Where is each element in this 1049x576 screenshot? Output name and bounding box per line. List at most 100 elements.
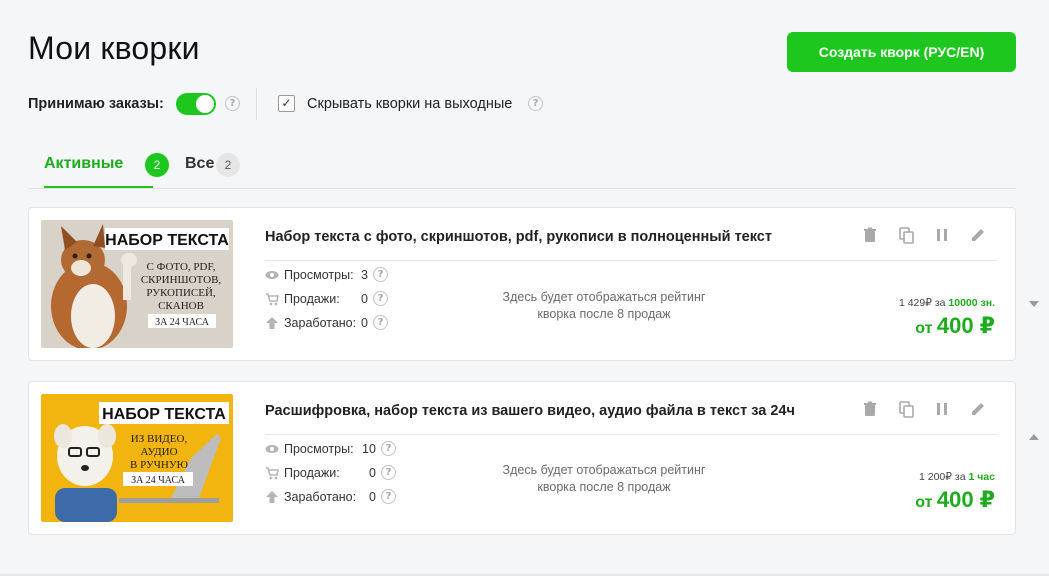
help-icon[interactable]: ? — [373, 267, 388, 282]
help-icon[interactable]: ? — [225, 96, 240, 111]
thumbnail-image: НАБОР ТЕКСТА С ФОТО, PDF, СКРИНШОТОВ, РУ… — [41, 220, 233, 348]
hide-weekends-label[interactable]: Скрывать кворки на выходные — [307, 96, 512, 112]
stat-label: Продажи: — [284, 292, 340, 306]
hide-weekends-checkbox[interactable]: ✓ — [278, 95, 295, 112]
stat-label: Заработано: — [284, 316, 357, 330]
stat-sales: Продажи: 0 ? — [265, 290, 405, 308]
accept-orders-toggle[interactable] — [176, 93, 216, 115]
help-icon[interactable]: ? — [373, 315, 388, 330]
create-kwork-button[interactable]: Создать кворк (РУС/EN) — [787, 32, 1016, 72]
divider — [265, 434, 997, 435]
divider — [265, 260, 997, 261]
thumb-line: СКАНОВ — [158, 300, 204, 312]
stat-views: Просмотры: 3 ? — [265, 266, 405, 284]
stat-value: 0 — [361, 292, 368, 306]
help-icon[interactable]: ? — [373, 291, 388, 306]
kwork-title[interactable]: Набор текста с фото, скриншотов, pdf, ру… — [265, 229, 772, 245]
pause-icon[interactable] — [933, 226, 951, 244]
price: от 400 ₽ — [915, 487, 995, 513]
page: Мои кворки Создать кворк (РУС/EN) Приним… — [0, 0, 1049, 576]
tab-count-badge: 2 — [216, 153, 240, 177]
copy-icon[interactable] — [897, 226, 915, 244]
price-per-unit: 1 200₽ за 1 час — [919, 471, 995, 483]
toggle-knob — [196, 95, 214, 113]
controls-bar: Принимаю заказы: ? ✓ Скрывать кворки на … — [28, 88, 568, 120]
help-icon[interactable]: ? — [381, 489, 396, 504]
kwork-card: НАБОР ТЕКСТА ИЗ ВИДЕО, АУДИО В РУЧНУЮ ЗА… — [28, 381, 1016, 535]
tab-label: Все — [185, 155, 215, 172]
stat-label: Просмотры: — [284, 268, 354, 282]
kwork-actions — [861, 400, 991, 420]
price-from: от — [915, 320, 937, 337]
tab-label: Активные — [44, 155, 124, 172]
trash-icon[interactable] — [861, 226, 879, 244]
stat-label: Продажи: — [284, 466, 340, 480]
trash-icon[interactable] — [861, 400, 879, 418]
rating-text: кворка после 8 продаж — [537, 480, 671, 494]
stat-value: 0 — [361, 316, 368, 330]
divider — [256, 88, 257, 120]
thumb-heading: НАБОР ТЕКСТА — [105, 232, 229, 249]
stat-views: Просмотры: 10 ? — [265, 440, 405, 458]
kwork-card: НАБОР ТЕКСТА С ФОТО, PDF, СКРИНШОТОВ, РУ… — [28, 207, 1016, 361]
help-icon[interactable]: ? — [381, 465, 396, 480]
copy-icon[interactable] — [897, 400, 915, 418]
kwork-actions — [861, 226, 991, 246]
tab-underline — [44, 186, 153, 188]
stat-label: Просмотры: — [284, 442, 354, 456]
price-unit: 1 час — [968, 471, 995, 483]
stat-label: Заработано: — [284, 490, 357, 504]
stat-value: 0 — [369, 490, 376, 504]
price: от 400 ₽ — [915, 313, 995, 339]
price-prefix: 1 200₽ за — [919, 471, 969, 483]
cart-icon — [266, 467, 279, 480]
thumb-line: С ФОТО, PDF, — [147, 261, 216, 273]
arrow-up-icon — [266, 317, 278, 329]
rating-text: Здесь будет отображаться рейтинг — [502, 290, 706, 304]
thumb-line: ИЗ ВИДЕО, — [131, 433, 188, 445]
move-up-arrow-icon[interactable] — [1029, 434, 1039, 440]
thumb-line: РУКОПИСЕЙ, — [146, 287, 216, 299]
move-down-arrow-icon[interactable] — [1029, 301, 1039, 307]
tab-count-badge: 2 — [145, 153, 169, 177]
kwork-thumbnail[interactable]: НАБОР ТЕКСТА ИЗ ВИДЕО, АУДИО В РУЧНУЮ ЗА… — [41, 394, 233, 522]
price-value: 400 ₽ — [936, 487, 995, 512]
accept-orders-label: Принимаю заказы: — [28, 96, 164, 112]
kwork-thumbnail[interactable]: НАБОР ТЕКСТА С ФОТО, PDF, СКРИНШОТОВ, РУ… — [41, 220, 233, 348]
rating-placeholder: Здесь будет отображаться рейтинг кворка … — [489, 462, 719, 496]
thumb-badge: ЗА 24 ЧАСА — [155, 317, 210, 328]
pause-icon[interactable] — [933, 400, 951, 418]
tabs: Активные 2 Все 2 — [28, 150, 1016, 189]
price-per-unit: 1 429₽ за 10000 зн. — [899, 297, 995, 309]
tab-all[interactable]: Все 2 — [185, 150, 245, 187]
price-unit: 10000 зн. — [948, 297, 995, 309]
kwork-title[interactable]: Расшифровка, набор текста из вашего виде… — [265, 403, 795, 419]
stat-earned: Заработано: 0 ? — [265, 314, 405, 332]
thumb-heading: НАБОР ТЕКСТА — [102, 406, 226, 423]
arrow-up-icon — [266, 491, 278, 503]
thumb-line: АУДИО — [140, 446, 177, 458]
price-value: 400 ₽ — [936, 313, 995, 338]
tab-active[interactable]: Активные 2 — [44, 150, 169, 188]
price-prefix: 1 429₽ за — [898, 297, 949, 309]
eye-icon — [265, 445, 279, 453]
rating-placeholder: Здесь будет отображаться рейтинг кворка … — [489, 289, 719, 323]
stat-value: 0 — [369, 466, 376, 480]
rating-text: Здесь будет отображаться рейтинг — [502, 463, 706, 477]
thumb-line: В РУЧНУЮ — [130, 459, 188, 471]
price-from: от — [915, 494, 937, 511]
thumb-line: СКРИНШОТОВ, — [141, 274, 222, 286]
cart-icon — [266, 293, 279, 306]
help-icon[interactable]: ? — [381, 441, 396, 456]
eye-icon — [265, 271, 279, 279]
thumbnail-image: НАБОР ТЕКСТА ИЗ ВИДЕО, АУДИО В РУЧНУЮ ЗА… — [41, 394, 233, 522]
stat-value: 3 — [361, 268, 368, 282]
thumb-badge: ЗА 24 ЧАСА — [131, 475, 186, 486]
rating-text: кворка после 8 продаж — [537, 307, 671, 321]
edit-icon[interactable] — [969, 226, 987, 244]
stat-value: 10 — [362, 442, 376, 456]
stat-earned: Заработано: 0 ? — [265, 488, 405, 506]
help-icon[interactable]: ? — [528, 96, 543, 111]
page-title: Мои кворки — [28, 30, 200, 66]
edit-icon[interactable] — [969, 400, 987, 418]
